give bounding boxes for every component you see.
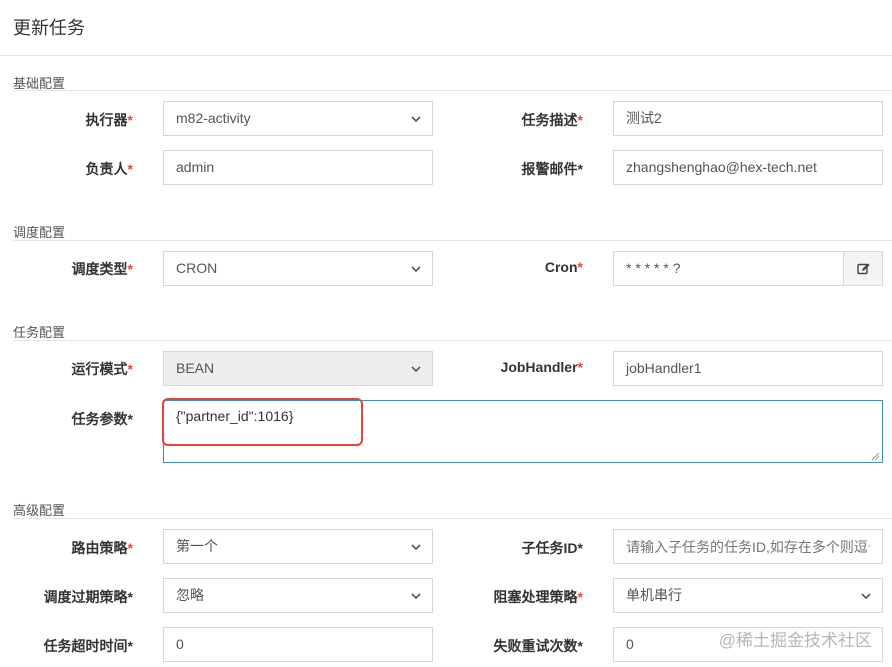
schedule-type-label: 调度类型* <box>71 261 133 277</box>
page-title: 更新任务 <box>13 18 85 38</box>
schedule-type-select[interactable]: CRON <box>163 251 433 286</box>
chevron-down-icon <box>411 116 421 123</box>
section-task-title: 任务配置 <box>13 325 66 340</box>
chevron-down-icon <box>411 593 421 600</box>
route-strategy-select[interactable]: 第一个 <box>163 529 433 564</box>
timeout-input[interactable]: 0 <box>163 627 433 662</box>
job-handler-input[interactable]: jobHandler1 <box>613 351 883 386</box>
executor-label: 执行器* <box>85 112 133 128</box>
alarm-email-label: 报警邮件* <box>521 161 583 177</box>
divider <box>0 55 892 56</box>
edit-icon <box>857 263 870 275</box>
chevron-down-icon <box>411 366 421 373</box>
block-strategy-select[interactable]: 单机串行 <box>613 578 883 613</box>
cron-label: Cron* <box>544 259 583 275</box>
chevron-down-icon <box>411 544 421 551</box>
task-params-label: 任务参数* <box>71 411 133 427</box>
run-mode-label: 运行模式* <box>71 361 133 377</box>
route-strategy-label: 路由策略* <box>71 540 133 556</box>
desc-input[interactable]: 测试2 <box>613 101 883 136</box>
section-advanced-title: 高级配置 <box>13 503 66 518</box>
divider <box>13 240 892 241</box>
owner-label: 负责人* <box>85 161 133 177</box>
alarm-email-input[interactable]: zhangshenghao@hex-tech.net <box>613 150 883 185</box>
annotation-highlight-box <box>162 398 363 446</box>
chevron-down-icon <box>411 266 421 273</box>
cron-edit-button[interactable] <box>843 251 883 286</box>
cron-input[interactable]: * * * * * ? <box>613 251 844 286</box>
timeout-label: 任务超时时间* <box>43 638 133 654</box>
block-strategy-label: 阻塞处理策略* <box>493 589 583 605</box>
divider <box>13 340 892 341</box>
desc-label: 任务描述* <box>521 112 583 128</box>
job-handler-label: JobHandler* <box>500 359 583 375</box>
resize-handle-icon[interactable] <box>870 451 880 461</box>
watermark: @稀土掘金技术社区 <box>718 631 872 650</box>
divider <box>13 518 892 519</box>
divider <box>13 90 892 91</box>
chevron-down-icon <box>861 593 871 600</box>
retry-count-label: 失败重试次数* <box>493 638 583 654</box>
child-task-id-label: 子任务ID* <box>521 540 583 556</box>
child-task-id-input[interactable] <box>613 529 883 564</box>
run-mode-select: BEAN <box>163 351 433 386</box>
executor-select[interactable]: m82-activity <box>163 101 433 136</box>
section-schedule-title: 调度配置 <box>13 225 66 240</box>
misfire-strategy-label: 调度过期策略* <box>43 589 133 605</box>
misfire-strategy-select[interactable]: 忽略 <box>163 578 433 613</box>
owner-input[interactable]: admin <box>163 150 433 185</box>
